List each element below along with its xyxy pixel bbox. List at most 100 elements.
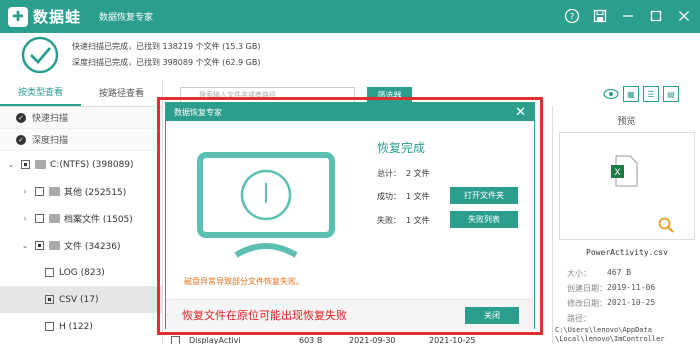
tab-by-type[interactable]: 按类型查看: [0, 79, 81, 106]
preview-box: X: [559, 132, 695, 240]
drive-icon: [35, 160, 46, 169]
preview-filename: PowerActivity.csv: [586, 248, 668, 257]
tree-item-label: H (122): [59, 321, 93, 332]
left-pane: 按类型查看 按路径查看 ✓ 快速扫描 ✓ 深度扫描 ⌄ C:(NTFS) (39…: [0, 79, 163, 344]
chevron-right-icon[interactable]: ›: [20, 187, 30, 196]
archive-icon: [49, 214, 60, 223]
warning-message: 磁盘异常导致部分文件恢复失败。: [184, 277, 304, 286]
fail-value: 1 文件: [406, 216, 430, 225]
checkbox[interactable]: [45, 268, 54, 277]
fail-label: 失败：: [377, 216, 401, 225]
deep-scan-label: 深度扫描: [32, 136, 69, 146]
chevron-down-icon[interactable]: ⌄: [20, 241, 30, 250]
modified-value: 2021-10-25: [607, 298, 656, 307]
tree-item-label: 其他 (252515): [64, 188, 127, 198]
size-label: 大小：: [567, 269, 591, 278]
svg-text:X: X: [614, 168, 620, 178]
eye-icon[interactable]: [603, 86, 619, 102]
minimize-icon[interactable]: [618, 6, 638, 26]
checkbox[interactable]: [35, 214, 44, 223]
file-name: DisplayActivi: [189, 335, 241, 344]
excel-file-icon: X: [611, 155, 638, 187]
preview-title: 预览: [617, 117, 636, 127]
total-label: 总计：: [377, 169, 401, 178]
app-logo: ✚ 数据蛙: [8, 6, 81, 27]
dialog-header: 数据恢复专家: [166, 103, 534, 121]
monitor-alert-icon: [197, 152, 335, 258]
view-mode-switch: ▦ ☰ ▤: [603, 86, 679, 102]
view-tabs: 按类型查看 按路径查看: [0, 79, 162, 107]
quick-scan-label: 快速扫描: [32, 114, 69, 124]
frog-logo-icon: ✚: [8, 6, 28, 27]
dialog-heading: 恢复完成: [377, 141, 426, 155]
preview-path-label: 路径：: [567, 314, 591, 323]
chevron-right-icon[interactable]: ›: [20, 214, 30, 223]
maximize-icon[interactable]: [646, 6, 666, 26]
zoom-icon[interactable]: [658, 217, 674, 233]
annotation-note: 恢复文件在原位可能出现恢复失败: [182, 309, 347, 322]
quick-scan-row[interactable]: ✓ 快速扫描: [0, 107, 162, 129]
tree-item-csv[interactable]: CSV (17): [0, 286, 162, 313]
recovery-complete-dialog: 数据恢复专家 ✕ 恢复完成 总计： 2 文件 成功： 1 文件 打开文件夹 失败…: [165, 102, 535, 329]
document-icon: [49, 241, 60, 250]
svg-text:?: ?: [570, 13, 575, 23]
title-bar: ✚ 数据蛙 数据恢复专家 ?: [0, 0, 700, 33]
total-value: 2 文件: [406, 169, 430, 178]
scan-status: 快速扫描已完成，已找到 138219 个文件 (15.3 GB) 深度扫描已完成…: [0, 33, 700, 79]
created-label: 创建日期：: [567, 284, 607, 293]
modified-label: 修改日期：: [567, 299, 607, 308]
grid-view-icon[interactable]: ▦: [623, 86, 639, 102]
created-value: 2019-11-06: [607, 283, 656, 292]
close-icon[interactable]: ✕: [515, 105, 526, 120]
checkbox[interactable]: [45, 322, 54, 331]
tree-item-other[interactable]: › 其他 (252515): [0, 178, 162, 205]
tree-item-documents[interactable]: ⌄ 文件 (34236): [0, 232, 162, 259]
tree-item-archive[interactable]: › 档案文件 (1505): [0, 205, 162, 232]
app-name: 数据蛙: [33, 8, 82, 26]
file-size: 603 B: [299, 335, 323, 344]
check-icon: ✓: [16, 112, 26, 123]
checkbox[interactable]: [21, 160, 30, 169]
tree-item-label: LOG (823): [59, 267, 105, 278]
dialog-title: 数据恢复专家: [174, 107, 222, 117]
tree-item-h[interactable]: H (122): [0, 313, 162, 340]
fail-list-button[interactable]: 失败列表: [450, 211, 518, 228]
checkbox[interactable]: [35, 241, 44, 250]
tree-item-log[interactable]: LOG (823): [0, 259, 162, 286]
preview-size: 大小： 467 B: [567, 268, 631, 279]
scan-complete-icon: [21, 36, 59, 74]
open-folder-button[interactable]: 打开文件夹: [450, 187, 518, 204]
folder-icon: [49, 187, 60, 196]
checkbox[interactable]: [35, 187, 44, 196]
tree-item-label: CSV (17): [59, 294, 99, 305]
window-controls: ?: [562, 6, 694, 26]
filter-button[interactable]: 筛选器: [367, 87, 412, 103]
app-subtitle: 数据恢复专家: [99, 13, 154, 23]
checkbox[interactable]: [171, 335, 180, 344]
success-label: 成功：: [377, 192, 401, 201]
checkbox[interactable]: [45, 295, 54, 304]
size-value: 467 B: [607, 268, 632, 277]
file-list-row[interactable]: DisplayActivi 603 B 2021-09-30 2021-10-2…: [165, 334, 550, 344]
deep-scan-row[interactable]: ✓ 深度扫描: [0, 129, 162, 151]
tree-item-label: 文件 (34236): [64, 242, 121, 252]
list-view-icon[interactable]: ☰: [643, 86, 659, 102]
quick-scan-summary: 快速扫描已完成，已找到 138219 个文件 (15.3 GB): [72, 42, 261, 51]
tree-item-drive[interactable]: ⌄ C:(NTFS) (398089): [0, 151, 162, 178]
success-value: 1 文件: [406, 192, 430, 201]
check-icon: ✓: [16, 134, 26, 145]
deep-scan-summary: 深度扫描已完成，已找到 398089 个文件 (62.9 GB): [72, 58, 261, 67]
preview-created: 创建日期： 2019-11-06: [567, 283, 655, 294]
save-icon[interactable]: [590, 6, 610, 26]
close-button[interactable]: 关闭: [465, 307, 519, 324]
search-input[interactable]: 搜索输入文件名或者路径: [180, 87, 355, 103]
preview-path: C:\Users\lenovo\AppData \Local\lenovo\Im…: [555, 326, 665, 343]
preview-pane: 预览 X PowerActivity.csv 大小： 467 B 创建日期： 2…: [552, 106, 700, 344]
tree-item-label: 档案文件 (1505): [64, 215, 133, 225]
help-icon[interactable]: ?: [562, 6, 582, 26]
file-modified: 2021-10-25: [429, 335, 476, 344]
chevron-down-icon[interactable]: ⌄: [6, 160, 16, 169]
close-icon[interactable]: [674, 6, 694, 26]
tab-by-path[interactable]: 按路径查看: [81, 79, 162, 106]
detail-view-icon[interactable]: ▤: [663, 86, 679, 102]
